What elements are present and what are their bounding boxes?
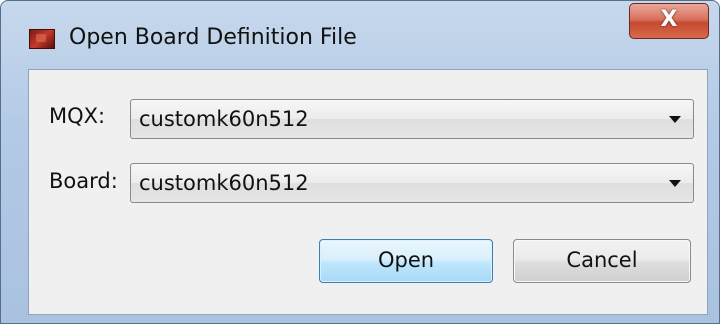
open-button[interactable]: Open: [319, 239, 493, 283]
title-bar[interactable]: Open Board Definition File X: [1, 1, 719, 50]
board-file-icon: [29, 29, 55, 49]
chevron-down-icon: [669, 180, 681, 187]
dialog-body: MQX: customk60n512 Board: customk60n512 …: [28, 69, 708, 315]
mqx-select-value: customk60n512: [139, 107, 309, 131]
dialog-window: Open Board Definition File X MQX: custom…: [0, 0, 720, 324]
chevron-down-icon: [669, 116, 681, 123]
cancel-button[interactable]: Cancel: [513, 239, 691, 283]
mqx-select[interactable]: customk60n512: [130, 99, 694, 139]
close-icon: X: [660, 7, 678, 32]
close-button[interactable]: X: [629, 3, 709, 39]
board-label: Board:: [49, 169, 118, 193]
mqx-label: MQX:: [49, 104, 106, 128]
board-select[interactable]: customk60n512: [130, 163, 694, 203]
window-title: Open Board Definition File: [69, 25, 357, 50]
board-select-value: customk60n512: [139, 171, 309, 195]
